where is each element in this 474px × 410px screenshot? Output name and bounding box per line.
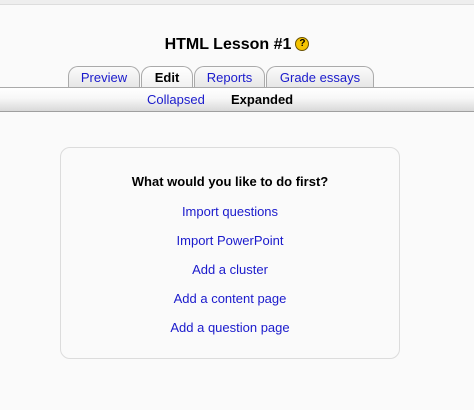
lesson-tabs: Preview Edit Reports Grade essays <box>0 66 474 89</box>
page-title: HTML Lesson #1 <box>164 36 292 53</box>
top-strip <box>0 0 474 5</box>
list-item: Import PowerPoint <box>61 233 399 262</box>
list-item: Add a content page <box>61 291 399 320</box>
tab-preview[interactable]: Preview <box>68 66 140 88</box>
import-powerpoint-link[interactable]: Import PowerPoint <box>177 233 284 248</box>
help-icon[interactable]: ? <box>295 37 310 51</box>
add-content-page-link[interactable]: Add a content page <box>174 291 287 306</box>
panel-title: What would you like to do first? <box>131 174 329 189</box>
tab-reports[interactable]: Reports <box>194 66 265 88</box>
add-cluster-link[interactable]: Add a cluster <box>192 262 268 277</box>
first-action-panel: What would you like to do first? Import … <box>60 147 400 359</box>
tab-grade-essays[interactable]: Grade essays <box>266 66 374 88</box>
add-question-page-link[interactable]: Add a question page <box>170 320 289 335</box>
list-item: Add a question page <box>61 320 399 349</box>
page-header: HTML Lesson #1? <box>0 36 474 54</box>
list-item: Import questions <box>61 204 399 233</box>
import-questions-link[interactable]: Import questions <box>182 204 278 219</box>
list-item: Add a cluster <box>61 262 399 291</box>
edit-mode-bar: Collapsed Expanded <box>0 88 474 112</box>
subtab-expanded[interactable]: Expanded <box>231 92 293 107</box>
tab-edit[interactable]: Edit <box>141 66 193 89</box>
action-list: Import questions Import PowerPoint Add a… <box>61 204 399 349</box>
subtab-collapsed[interactable]: Collapsed <box>147 92 205 107</box>
